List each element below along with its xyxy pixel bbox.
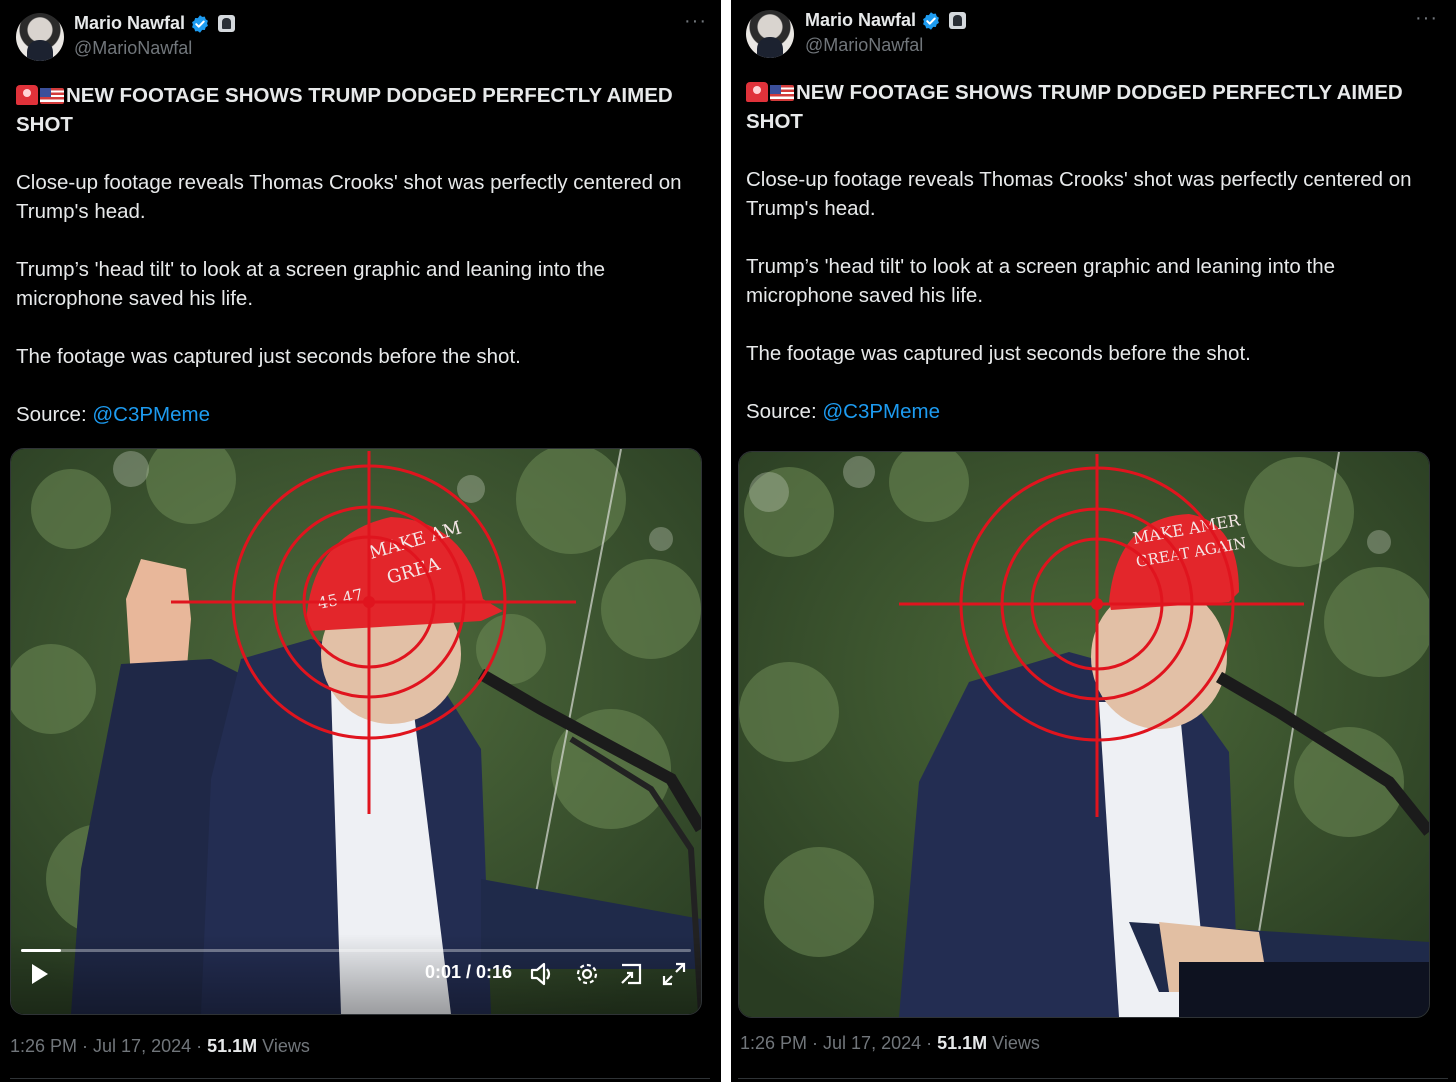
tweet-timestamp[interactable]: 1:26 PM · Jul 17, 2024 · — [10, 1036, 207, 1056]
views-label: Views — [257, 1036, 310, 1056]
verified-badge-icon[interactable] — [190, 14, 210, 34]
video-player[interactable]: MAKE AM GREA 45 47 0:01 / 0:16 — [10, 448, 702, 1015]
fullscreen-icon[interactable] — [661, 961, 687, 987]
source-line: Source: @C3PMeme — [16, 403, 211, 426]
tweet-timestamp[interactable]: 1:26 PM · Jul 17, 2024 · — [740, 1033, 937, 1053]
affiliate-badge-icon[interactable] — [218, 15, 236, 32]
affiliate-badge-icon[interactable] — [949, 12, 967, 29]
source-line: Source: @C3PMeme — [746, 400, 941, 423]
tweet-paragraph: The footage was captured just seconds be… — [16, 345, 521, 368]
video-player[interactable]: MAKE AMER GREAT AGAIN — [738, 451, 1430, 1018]
tweet-headline: NEW FOOTAGE SHOWS TRUMP DODGED PERFECTLY… — [746, 81, 1403, 133]
author-handle[interactable]: @MarioNawfal — [74, 38, 192, 59]
tweet-paragraph: Trump’s 'head tilt' to look at a screen … — [16, 258, 606, 310]
video-frame: MAKE AM GREA 45 47 — [11, 449, 701, 1014]
tweet-body: NEW FOOTAGE SHOWS TRUMP DODGED PERFECTLY… — [16, 81, 696, 429]
author-row: Mario Nawfal — [74, 13, 236, 34]
tweet-paragraph: Close-up footage reveals Thomas Crooks' … — [746, 168, 1412, 220]
play-icon[interactable] — [29, 962, 51, 986]
author-name[interactable]: Mario Nawfal — [74, 13, 185, 34]
tweet-body: NEW FOOTAGE SHOWS TRUMP DODGED PERFECTLY… — [746, 78, 1426, 426]
avatar[interactable] — [16, 13, 64, 61]
tweet-meta: 1:26 PM · Jul 17, 2024 · 51.1M Views — [10, 1036, 310, 1057]
video-frame: MAKE AMER GREAT AGAIN — [739, 452, 1429, 1017]
tweet-right: Mario Nawfal @MarioNawfal ··· NEW FOOTAG… — [731, 0, 1456, 1082]
pip-icon[interactable] — [618, 961, 644, 987]
tweet-paragraph: Trump’s 'head tilt' to look at a screen … — [746, 255, 1336, 307]
siren-icon — [16, 85, 38, 105]
views-label: Views — [987, 1033, 1040, 1053]
tweet-paragraph: The footage was captured just seconds be… — [746, 342, 1251, 365]
views-count: 51.1M — [937, 1033, 988, 1053]
author-handle[interactable]: @MarioNawfal — [805, 35, 923, 56]
author-name[interactable]: Mario Nawfal — [805, 10, 916, 31]
verified-badge-icon[interactable] — [921, 11, 941, 31]
settings-icon[interactable] — [574, 961, 600, 987]
video-time: 0:01 / 0:16 — [425, 962, 513, 982]
source-link[interactable]: @C3PMeme — [822, 400, 940, 423]
siren-icon — [746, 82, 768, 102]
tweet-left: Mario Nawfal @MarioNawfal ··· NEW FOOTAG… — [0, 0, 721, 1082]
us-flag-icon — [40, 88, 64, 104]
volume-icon[interactable] — [529, 961, 555, 987]
divider — [738, 1078, 1448, 1079]
views-count: 51.1M — [207, 1036, 258, 1056]
divider — [10, 1078, 710, 1079]
tweet-paragraph: Close-up footage reveals Thomas Crooks' … — [16, 171, 682, 223]
video-progress[interactable] — [21, 949, 691, 952]
source-link[interactable]: @C3PMeme — [92, 403, 210, 426]
more-icon[interactable]: ··· — [1415, 7, 1438, 30]
tweet-meta: 1:26 PM · Jul 17, 2024 · 51.1M Views — [740, 1033, 1040, 1054]
avatar[interactable] — [746, 10, 794, 58]
author-row: Mario Nawfal — [805, 10, 967, 31]
us-flag-icon — [770, 85, 794, 101]
video-controls: 0:01 / 0:16 — [11, 934, 701, 1014]
tweet-headline: NEW FOOTAGE SHOWS TRUMP DODGED PERFECTLY… — [16, 84, 673, 136]
more-icon[interactable]: ··· — [684, 10, 707, 33]
